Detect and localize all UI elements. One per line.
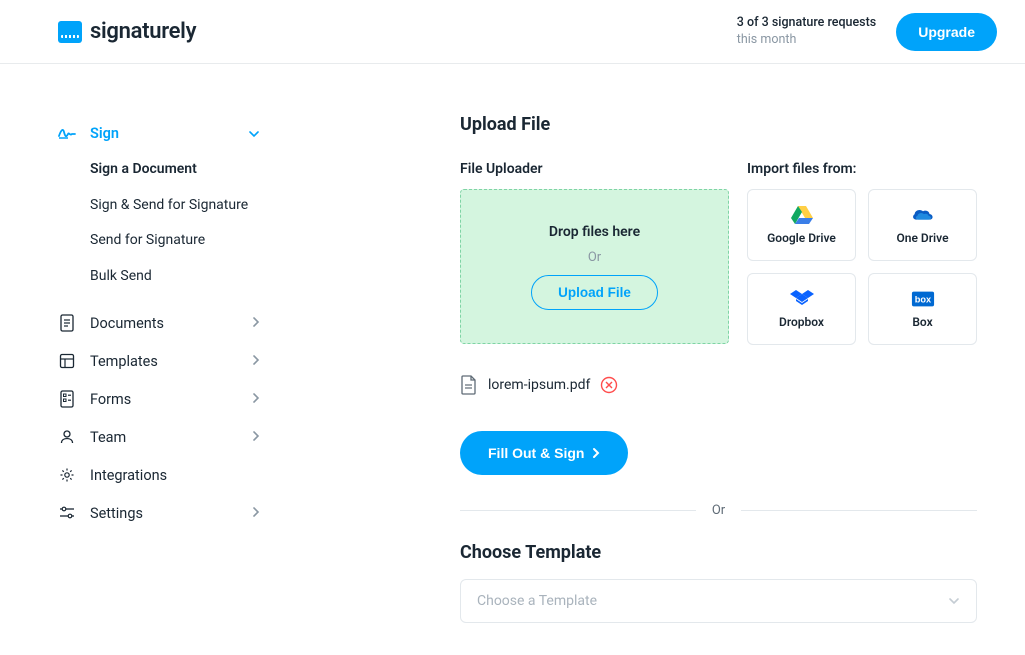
templates-icon	[58, 352, 76, 370]
sidebar-item-templates[interactable]: Templates	[58, 342, 260, 380]
sidebar-item-label: Integrations	[90, 467, 167, 484]
file-dropzone[interactable]: Drop files here Or Upload File	[460, 189, 729, 344]
import-label-text: Box	[912, 315, 932, 329]
subitem-sign-a-document[interactable]: Sign a Document	[90, 152, 260, 188]
google-drive-icon	[790, 205, 814, 225]
usage-text: 3 of 3 signature requests this month	[737, 15, 876, 48]
sidebar-item-documents[interactable]: Documents	[58, 304, 260, 342]
sidebar: Sign Sign a Document Sign & Send for Sig…	[0, 64, 300, 623]
template-select[interactable]: Choose a Template	[460, 579, 977, 623]
chevron-right-icon	[252, 391, 260, 408]
sidebar-item-label: Forms	[90, 391, 131, 408]
import-box[interactable]: box Box	[868, 273, 977, 345]
one-drive-icon	[911, 205, 935, 225]
choose-template-title: Choose Template	[460, 542, 977, 563]
signature-icon	[58, 124, 76, 142]
fill-btn-label: Fill Out & Sign	[488, 445, 584, 461]
header: signaturely 3 of 3 signature requests th…	[0, 0, 1025, 64]
sidebar-item-label: Settings	[90, 505, 143, 522]
logo[interactable]: signaturely	[58, 19, 196, 44]
chevron-right-icon	[252, 429, 260, 446]
subitem-send-for-signature[interactable]: Send for Signature	[90, 223, 260, 259]
chevron-right-icon	[252, 353, 260, 370]
import-dropbox[interactable]: Dropbox	[747, 273, 856, 345]
header-right: 3 of 3 signature requests this month Upg…	[737, 13, 997, 51]
import-google-drive[interactable]: Google Drive	[747, 189, 856, 261]
gear-icon	[58, 466, 76, 484]
divider-line	[460, 510, 696, 511]
template-placeholder: Choose a Template	[477, 593, 597, 609]
svg-text:box: box	[914, 295, 931, 305]
logo-mark-icon	[58, 21, 82, 43]
dropzone-or: Or	[588, 250, 601, 265]
import-label: Import files from:	[747, 161, 977, 177]
sidebar-item-team[interactable]: Team	[58, 418, 260, 456]
import-label-text: Google Drive	[767, 231, 836, 245]
sidebar-item-sign[interactable]: Sign	[58, 114, 260, 152]
sliders-icon	[58, 504, 76, 522]
document-icon	[58, 314, 76, 332]
chevron-right-icon	[252, 315, 260, 332]
chevron-right-icon	[592, 447, 600, 459]
import-one-drive[interactable]: One Drive	[868, 189, 977, 261]
chevron-right-icon	[252, 505, 260, 522]
remove-file-button[interactable]	[600, 376, 618, 394]
import-label-text: Dropbox	[779, 315, 824, 329]
sidebar-item-integrations[interactable]: Integrations	[58, 456, 260, 494]
usage-line1: 3 of 3 signature requests	[737, 15, 876, 31]
dropbox-icon	[790, 289, 814, 309]
chevron-down-icon	[948, 597, 960, 605]
dropzone-title: Drop files here	[549, 224, 640, 240]
fill-out-sign-button[interactable]: Fill Out & Sign	[460, 431, 628, 475]
uploaded-file-name: lorem-ipsum.pdf	[488, 377, 590, 393]
usage-line2: this month	[737, 32, 876, 48]
box-icon: box	[911, 289, 935, 309]
sidebar-item-label: Templates	[90, 353, 158, 370]
team-icon	[58, 428, 76, 446]
upload-file-title: Upload File	[460, 114, 977, 135]
file-icon	[460, 375, 478, 395]
upload-file-button[interactable]: Upload File	[531, 275, 658, 310]
subitem-bulk-send[interactable]: Bulk Send	[90, 259, 260, 295]
chevron-down-icon	[248, 125, 260, 142]
sidebar-item-label: Sign	[90, 125, 119, 142]
upgrade-button[interactable]: Upgrade	[896, 13, 997, 51]
file-uploader-label: File Uploader	[460, 161, 729, 177]
sidebar-item-forms[interactable]: Forms	[58, 380, 260, 418]
forms-icon	[58, 390, 76, 408]
import-label-text: One Drive	[896, 231, 948, 245]
sidebar-item-label: Team	[90, 429, 126, 446]
main-content: Upload File File Uploader Drop files her…	[460, 64, 1025, 623]
sidebar-item-settings[interactable]: Settings	[58, 494, 260, 532]
uploaded-file-row: lorem-ipsum.pdf	[460, 375, 977, 395]
sign-subitems: Sign a Document Sign & Send for Signatur…	[58, 152, 260, 294]
divider-line	[741, 510, 977, 511]
logo-text: signaturely	[90, 19, 196, 44]
sidebar-item-label: Documents	[90, 315, 164, 332]
divider-or: Or	[460, 503, 977, 518]
divider-text: Or	[712, 503, 725, 518]
subitem-sign-send[interactable]: Sign & Send for Signature	[90, 188, 260, 224]
